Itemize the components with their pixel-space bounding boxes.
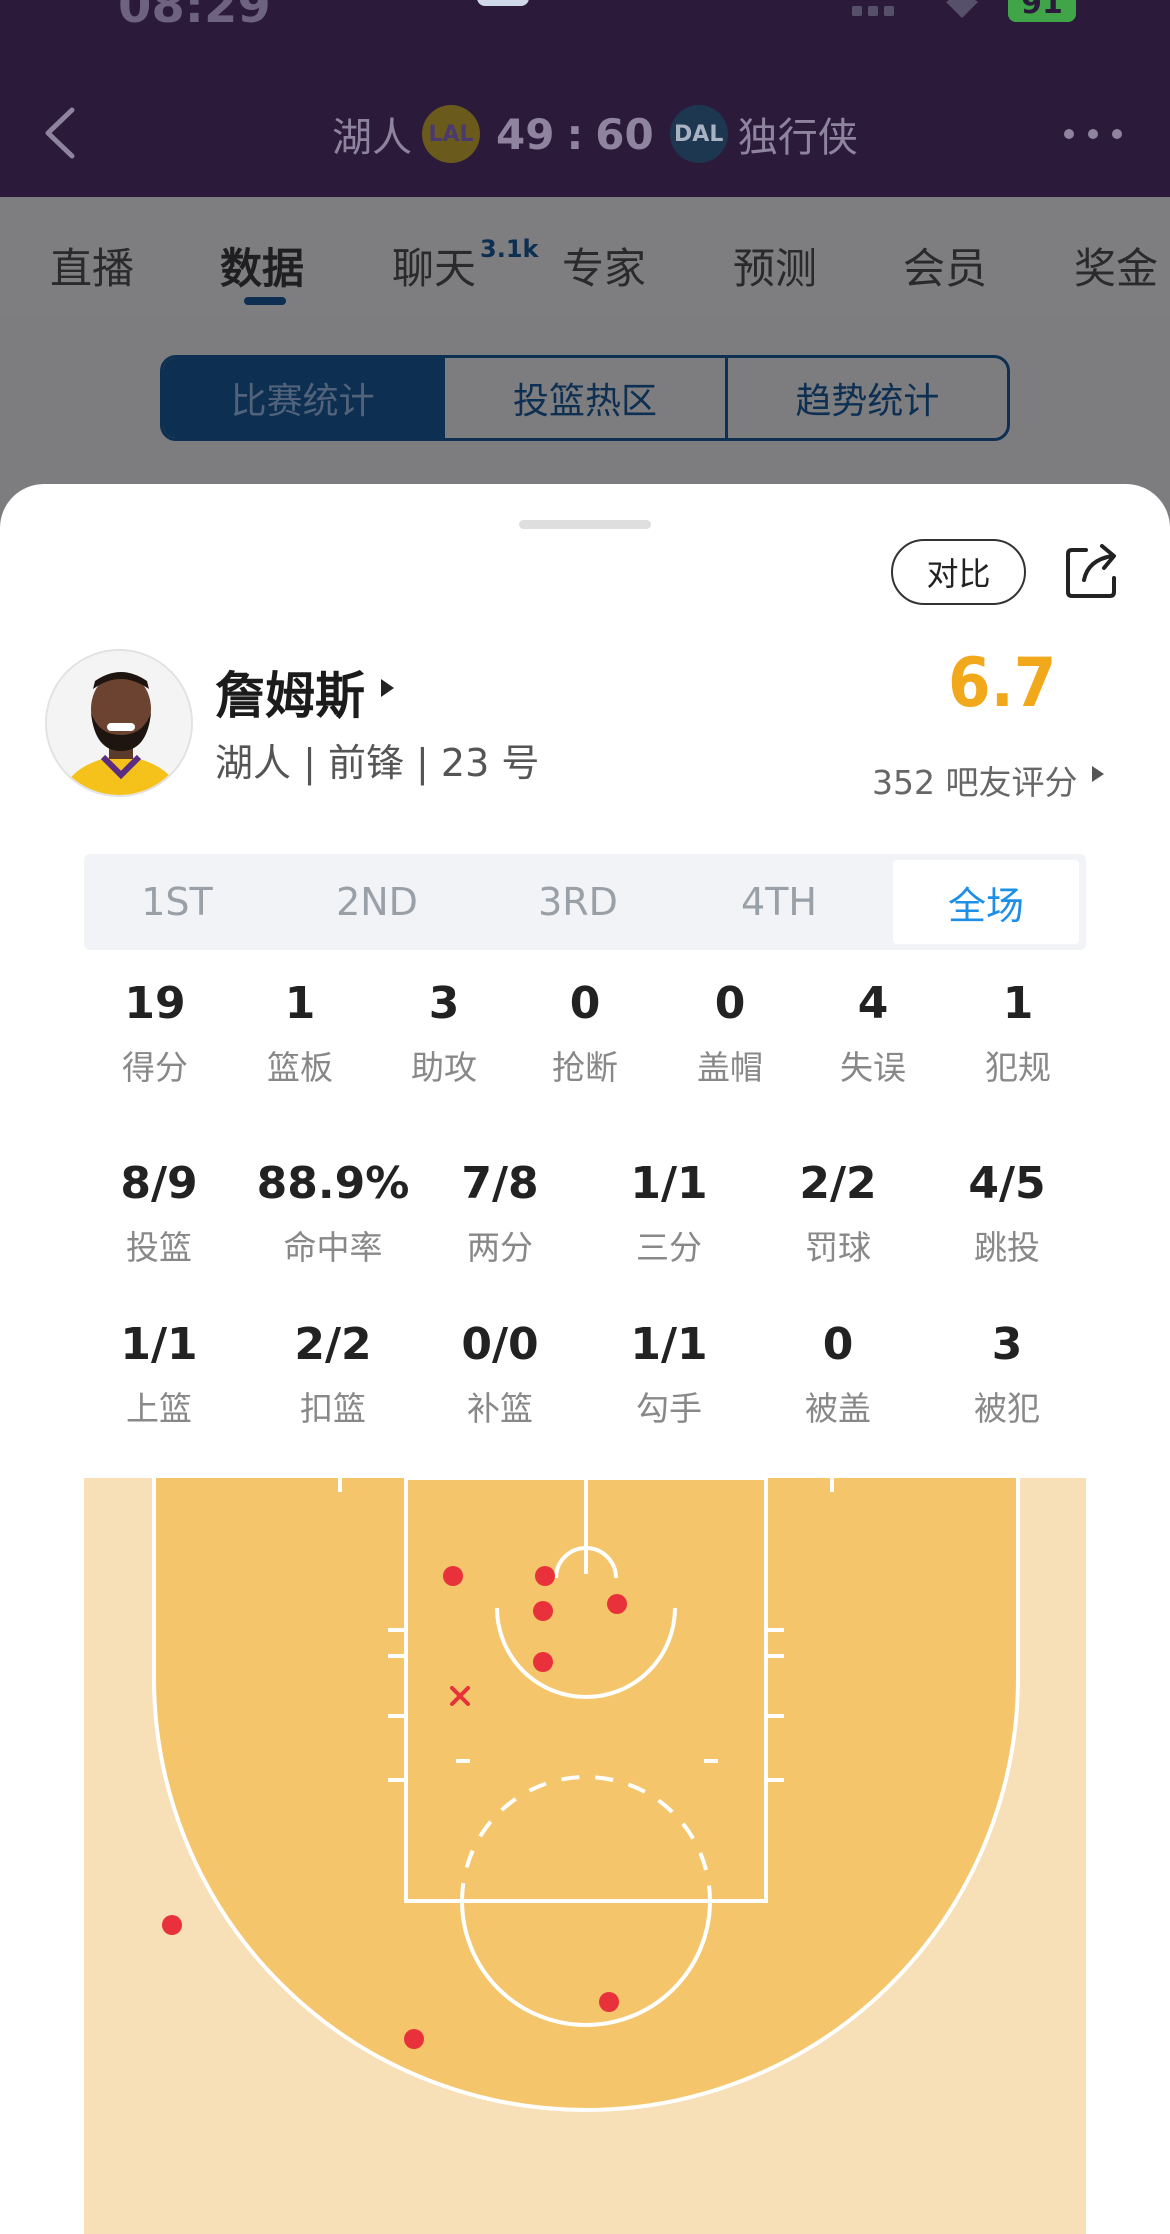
rating-arrow-icon: [1092, 766, 1104, 782]
dynamic-island-indicator: [477, 0, 529, 6]
stat-assists: 3 助攻: [411, 978, 477, 1087]
shot-made-marker: [443, 1566, 463, 1586]
home-score: 49: [496, 109, 555, 159]
chat-count-badge: 3.1k: [480, 235, 539, 263]
stat-tip-ins: 0/0 补篮: [461, 1319, 539, 1428]
shot-made-marker: [535, 1566, 555, 1586]
sheet-drag-handle[interactable]: [519, 520, 651, 529]
quarter-tab-2nd[interactable]: 2ND: [284, 860, 470, 944]
match-score-header: 湖人 LAL 49 : 60 DAL 独行侠: [332, 102, 858, 166]
battery-icon: 91: [1008, 0, 1076, 22]
segment-game-stats[interactable]: 比赛统计: [163, 358, 446, 438]
stat-dunks: 2/2 扣篮: [294, 1319, 372, 1428]
player-name[interactable]: 詹姆斯: [215, 656, 365, 728]
quarter-tab-1st[interactable]: 1ST: [84, 860, 270, 944]
mavericks-logo-icon: DAL: [669, 105, 728, 163]
stat-turnovers: 4 失误: [840, 978, 906, 1087]
segment-trend-stats[interactable]: 趋势统计: [728, 358, 1007, 438]
quarter-tab-full-game[interactable]: 全场: [893, 860, 1079, 944]
status-time: 08:29: [118, 0, 271, 34]
stat-fg-percentage: 88.9% 命中率: [256, 1158, 410, 1267]
player-photo-icon: [47, 651, 191, 795]
home-team-name: 湖人: [332, 115, 412, 161]
stats-segment-control: 比赛统计 投篮热区 趋势统计: [160, 355, 1010, 441]
stat-hook-shots: 1/1 勾手: [630, 1319, 708, 1428]
more-icon[interactable]: [1064, 124, 1122, 144]
stat-rebounds: 1 篮板: [267, 978, 333, 1087]
main-tabs: 直播 数据 聊天 3.1k 专家 预测 会员 奖金: [0, 197, 1170, 317]
shot-made-marker: [404, 2029, 424, 2049]
stat-three-pointers: 1/1 三分: [630, 1158, 708, 1267]
player-rating-score: 6.7: [948, 644, 1057, 723]
stat-blocked: 0 被盖: [805, 1319, 871, 1428]
shot-chart: [84, 1476, 1086, 2234]
stat-points: 19 得分: [122, 978, 188, 1087]
stat-fouls: 1 犯规: [985, 978, 1051, 1087]
tab-live[interactable]: 直播: [50, 235, 134, 296]
quarter-tab-3rd[interactable]: 3RD: [485, 860, 671, 944]
tab-prize[interactable]: 奖金: [1074, 235, 1158, 296]
shot-made-marker: [162, 1915, 182, 1935]
player-avatar[interactable]: [45, 649, 193, 797]
lakers-logo-icon: LAL: [422, 105, 480, 163]
shot-made-marker: [599, 1992, 619, 2012]
top-bar: 08:29 91 湖人 LAL 49 : 60 DAL 独行侠: [0, 0, 1170, 197]
stat-steals: 0 抢断: [552, 978, 618, 1087]
stat-free-throws: 2/2 罚球: [799, 1158, 877, 1267]
score-separator: :: [566, 109, 584, 159]
segment-shot-zones[interactable]: 投篮热区: [445, 358, 728, 438]
shot-made-marker: [533, 1601, 553, 1621]
stat-jump-shots: 4/5 跳投: [968, 1158, 1046, 1267]
compare-button[interactable]: 对比: [891, 539, 1026, 605]
stat-blocks: 0 盖帽: [697, 978, 763, 1087]
quarter-tabs: 1ST 2ND 3RD 4TH 全场: [84, 854, 1086, 950]
rating-count-link[interactable]: 352 吧友评分: [872, 756, 1077, 804]
wifi-icon: [946, 0, 978, 18]
stat-fouls-drawn: 3 被犯: [974, 1319, 1040, 1428]
tab-experts[interactable]: 专家: [562, 235, 646, 296]
tab-stats[interactable]: 数据: [220, 235, 304, 296]
away-score: 60: [595, 109, 654, 159]
shot-made-marker: [533, 1652, 553, 1672]
stat-field-goals: 8/9 投篮: [120, 1158, 198, 1267]
tab-chat[interactable]: 聊天: [392, 235, 476, 296]
tab-member[interactable]: 会员: [903, 235, 987, 296]
shot-made-marker: [607, 1594, 627, 1614]
quarter-tab-4th[interactable]: 4TH: [686, 860, 872, 944]
active-tab-indicator: [244, 297, 286, 305]
away-team-name: 独行侠: [737, 115, 858, 161]
signal-icon: [852, 0, 896, 22]
tab-predict[interactable]: 预测: [733, 235, 817, 296]
player-info: 湖人 | 前锋 | 23 号: [215, 741, 540, 785]
stat-layups: 1/1 上篮: [120, 1319, 198, 1428]
share-icon[interactable]: [1064, 542, 1122, 600]
back-button[interactable]: [40, 104, 82, 162]
player-name-arrow-icon: [381, 679, 394, 697]
stat-two-pointers: 7/8 两分: [461, 1158, 539, 1267]
half-court-diagram: [84, 1476, 1086, 2234]
